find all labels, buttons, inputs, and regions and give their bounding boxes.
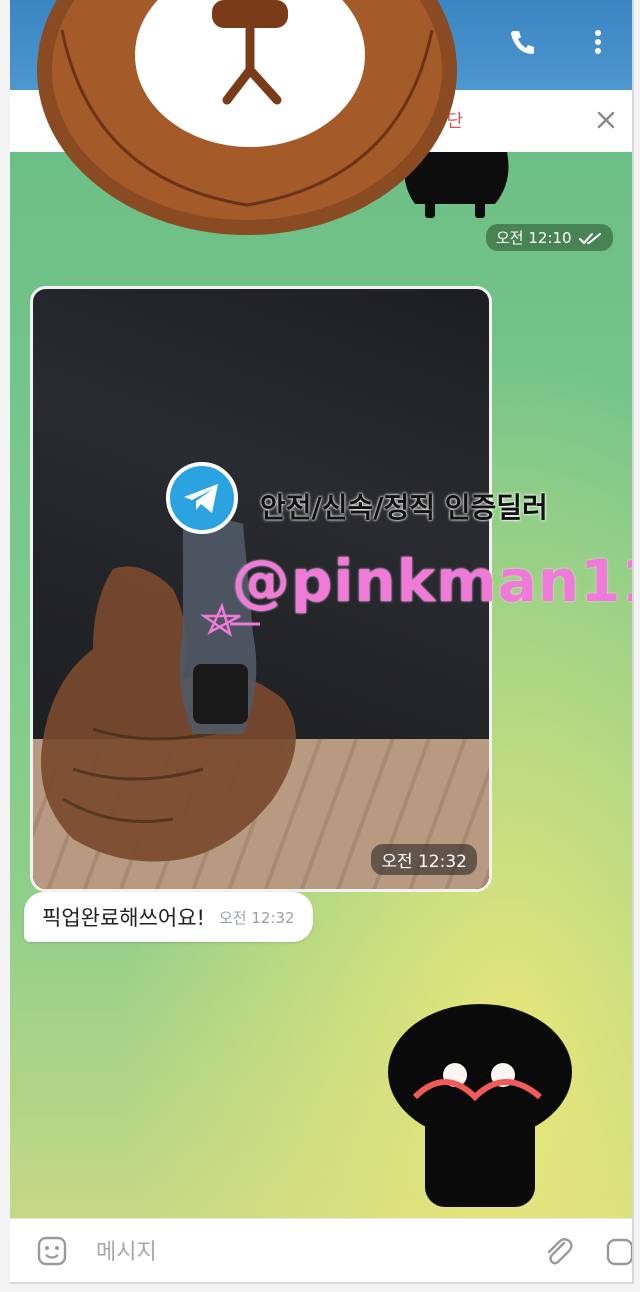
chat-area[interactable]: 오전 12:10 오전 12:32 안전/신속/정직 인증딜러 @pinkman… — [10, 152, 632, 1218]
watermark-overlay: 안전/신속/정직 인증딜러 @pinkman114 — [160, 462, 632, 662]
paperclip-icon — [547, 1238, 573, 1265]
camera-icon — [606, 1238, 632, 1266]
bear-face-sticker — [37, 0, 457, 235]
watermark-handle: @pinkman114 — [232, 547, 632, 615]
close-banner-button[interactable] — [590, 104, 622, 136]
photo-time: 오전 12:32 — [371, 844, 477, 875]
more-button[interactable] — [578, 22, 618, 62]
screenshot-frame: 차단 오전 12:10 오전 12:32 안전/신속/정직 인증딜러 @pink… — [10, 0, 634, 1284]
sent-time-badge: 오전 12:10 — [486, 224, 614, 251]
message-input[interactable] — [94, 1233, 478, 1271]
emoji-button[interactable] — [34, 1233, 70, 1269]
camera-button[interactable] — [604, 1233, 632, 1269]
sticker-received[interactable] — [375, 997, 585, 1212]
phone-icon — [511, 31, 534, 54]
watermark-slogan: 안전/신속/정직 인증딜러 — [260, 491, 548, 524]
close-icon — [597, 111, 615, 129]
sent-time: 오전 12:10 — [496, 229, 572, 247]
double-check-icon — [579, 232, 602, 244]
telegram-logo — [166, 462, 238, 534]
emoji-icon — [37, 1236, 67, 1266]
received-message-text: 픽업완료해쓰어요! — [42, 906, 205, 930]
call-button[interactable] — [502, 22, 542, 62]
attach-button[interactable] — [540, 1233, 576, 1269]
star-doodle-icon — [200, 602, 260, 638]
received-message[interactable]: 픽업완료해쓰어요! 오전 12:32 — [24, 892, 313, 942]
message-composer — [10, 1218, 632, 1282]
more-vertical-icon — [595, 30, 601, 54]
paper-plane-icon — [184, 484, 218, 513]
received-message-time: 오전 12:32 — [218, 908, 295, 927]
